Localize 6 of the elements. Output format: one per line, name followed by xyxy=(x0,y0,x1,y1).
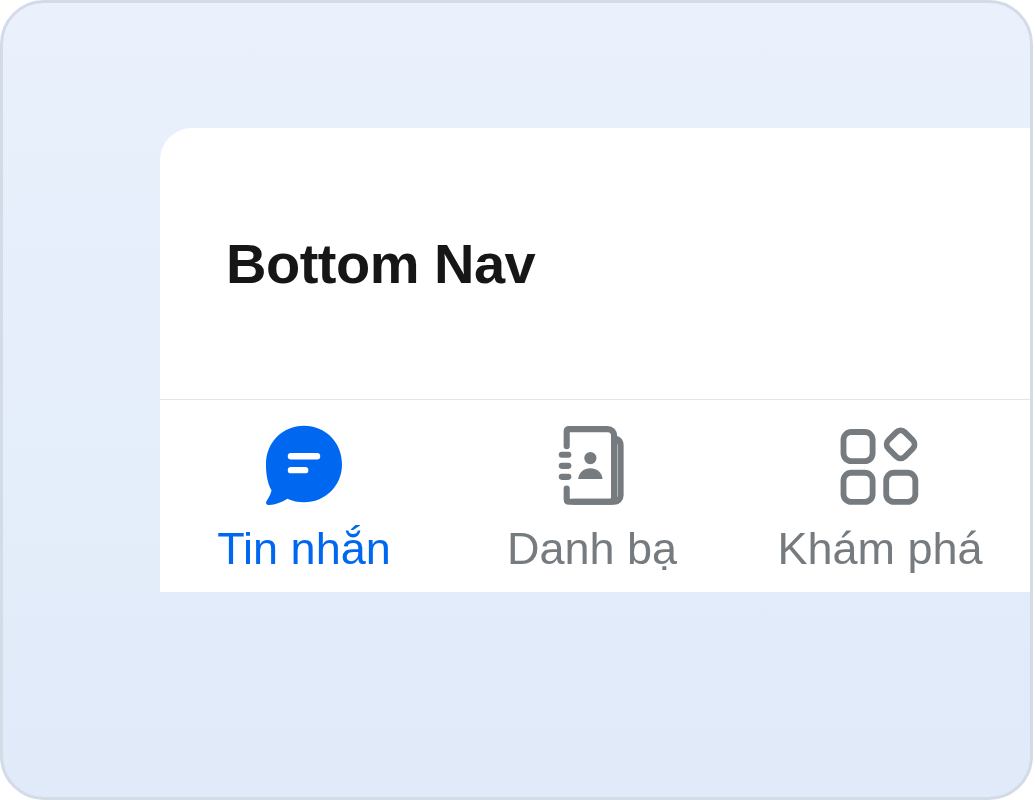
nav-tab[interactable]: Khám phá xyxy=(775,425,985,575)
nav-tab[interactable]: Danh bạ xyxy=(504,425,680,575)
chat-bubble-icon xyxy=(264,425,344,505)
apps-grid-icon xyxy=(840,425,920,505)
page-title: Bottom Nav xyxy=(226,230,536,297)
nav-tab[interactable]: Tin nhắn xyxy=(215,425,393,575)
